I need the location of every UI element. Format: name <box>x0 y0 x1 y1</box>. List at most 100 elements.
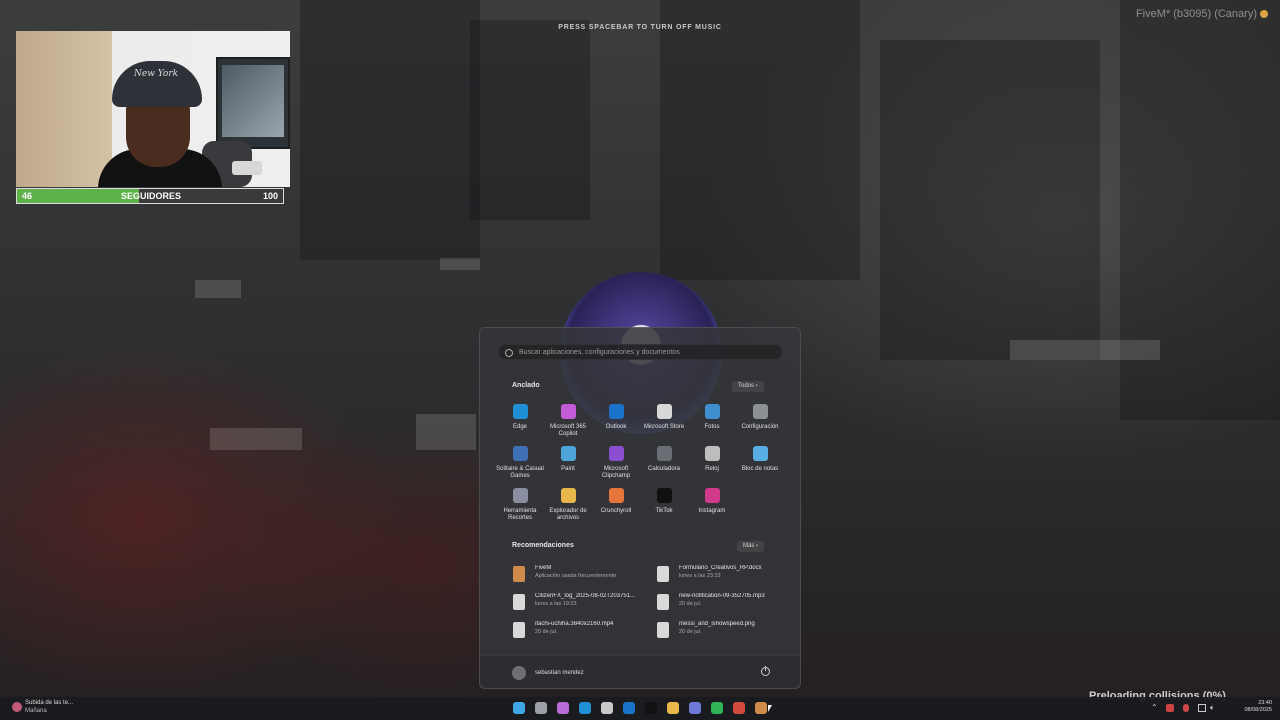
pinned-app[interactable]: Microsoft Clipchamp <box>592 446 640 480</box>
streamer-cap <box>112 61 202 107</box>
pinned-app[interactable]: Microsoft Store <box>640 404 688 431</box>
store-icon[interactable] <box>601 702 613 714</box>
file-icon <box>513 622 525 638</box>
pinned-app[interactable]: Bloc de notas <box>736 446 784 473</box>
recommendations-title: Recomendaciones <box>512 542 574 549</box>
recommendation-name: itachi-uchiha.3840x2160.mp4 <box>535 621 614 627</box>
pinned-app-label: Bloc de notas <box>741 466 779 472</box>
weather-line1: Subida de las te... <box>25 700 74 706</box>
weather-line2: Mañana <box>25 708 47 714</box>
solitaire-icon <box>512 446 528 461</box>
user-name[interactable]: sebastian mendez <box>535 670 584 676</box>
pinned-app-label: Crunchyroll <box>600 508 632 514</box>
pinned-app[interactable]: Edge <box>496 404 544 431</box>
webcam-door <box>16 31 112 187</box>
start-menu: Buscar aplicaciones, configuraciones y d… <box>479 327 801 689</box>
pinned-app[interactable]: Crunchyroll <box>592 488 640 515</box>
chevron-up-icon[interactable]: ⌃ <box>1151 703 1158 712</box>
pinned-app[interactable]: Explorador de archivos <box>544 488 592 522</box>
edge-icon <box>512 404 528 419</box>
clock-date: 08/08/2025 <box>1244 707 1272 713</box>
pinned-title: Anclado <box>512 382 540 389</box>
recommendation-name: CitizenFX_log_2025-08-02T203751... <box>535 593 636 599</box>
copilot-icon <box>560 404 576 419</box>
taskbar: Subida de las te... Mañana ⌃ 🔈︎ 23:40 08… <box>0 697 1280 720</box>
crunchyroll-icon <box>608 488 624 503</box>
music-hint: PRESS SPACEBAR TO TURN OFF MUSIC <box>558 24 722 31</box>
mouse-cursor <box>768 705 772 712</box>
recommendation-item[interactable]: FiveM Aplicación usada frecuentemente <box>513 564 651 586</box>
paint-icon <box>560 446 576 461</box>
pinned-app[interactable]: Calculadora <box>640 446 688 473</box>
pinned-app[interactable]: Outlook <box>592 404 640 431</box>
pinned-app-label: Outlook <box>605 424 627 430</box>
pinned-app-label: Microsoft 365 Copilot <box>549 424 586 437</box>
outlook-icon[interactable] <box>623 702 635 714</box>
fivem-build-label: FiveM* (b3095) (Canary) <box>1136 8 1268 20</box>
pinned-app[interactable]: TikTok <box>640 488 688 515</box>
recommendation-name: new-notification-09-352705.mp3 <box>679 593 765 599</box>
start-icon[interactable] <box>513 702 525 714</box>
pinned-app[interactable]: Instagram <box>688 488 736 515</box>
pinned-app-label: Paint <box>561 466 575 472</box>
spotify-icon[interactable] <box>711 702 723 714</box>
recommendation-item[interactable]: CitizenFX_log_2025-08-02T203751...lunes … <box>513 592 651 614</box>
pinned-app-label: Solitaire & Casual Games <box>496 466 544 479</box>
recommendation-item[interactable]: messi_and_ishowspeed.png 20 de jul. <box>657 620 795 642</box>
pinned-app-label: Microsoft Store <box>643 424 685 430</box>
taskbar-clock[interactable]: 23:40 08/08/2025 <box>1244 700 1272 714</box>
recommendation-item[interactable]: Formulario_Creativos_RP.docx lunes a las … <box>657 564 795 586</box>
instagram-icon <box>704 488 720 503</box>
all-apps-button[interactable]: Todos › <box>732 381 764 392</box>
discord-icon[interactable] <box>689 702 701 714</box>
recommendation-item[interactable]: new-notification-09-352705.mp3 20 de jul. <box>657 592 795 614</box>
user-avatar[interactable] <box>512 666 526 680</box>
start-footer: sebastian mendez <box>480 655 800 688</box>
search-icon <box>505 349 513 357</box>
clipchamp-icon <box>608 446 624 461</box>
start-search-box[interactable]: Buscar aplicaciones, configuraciones y d… <box>498 344 783 360</box>
recommendation-name: messi_and_ishowspeed.png <box>679 621 755 627</box>
antivirus-icon[interactable] <box>1166 704 1174 712</box>
snipping-icon <box>512 488 528 503</box>
pinned-app[interactable]: Paint <box>544 446 592 473</box>
search-placeholder: Buscar aplicaciones, configuraciones y d… <box>519 349 680 356</box>
follower-goal: 100 <box>262 191 278 201</box>
fivem-icon[interactable] <box>755 702 767 714</box>
tiktok-icon[interactable] <box>645 702 657 714</box>
clock-icon <box>704 446 720 461</box>
recommendation-item[interactable]: itachi-uchiha.3840x2160.mp4 20 de jul. <box>513 620 651 642</box>
pinned-app[interactable]: Microsoft 365 Copilot <box>544 404 592 438</box>
pinned-app-label: Instagram <box>698 508 726 514</box>
display-icon[interactable] <box>1198 704 1206 712</box>
copilot-icon[interactable] <box>557 702 569 714</box>
pinned-app[interactable]: Reloj <box>688 446 736 473</box>
pinned-app[interactable]: Solitaire & Casual Games <box>496 446 544 480</box>
folder-icon[interactable] <box>667 702 679 714</box>
pinned-app-label: Herramienta Recortes <box>503 508 537 521</box>
more-button[interactable]: Más › <box>737 541 764 552</box>
pinned-app-label: Reloj <box>705 466 719 472</box>
volume-icon[interactable]: 🔈︎ <box>1210 703 1215 713</box>
fivem-build-text: FiveM* (b3095) (Canary) <box>1135 8 1257 20</box>
task-view-icon[interactable] <box>535 702 547 714</box>
power-icon[interactable] <box>761 666 770 676</box>
pinned-app[interactable]: Fotos <box>688 404 736 431</box>
file-icon <box>657 622 669 638</box>
file-icon <box>657 566 669 582</box>
pinned-app-label: Explorador de archivos <box>549 508 587 521</box>
store-icon <box>656 404 672 419</box>
pinned-app-label: Calculadora <box>647 466 681 472</box>
pinned-app[interactable]: Herramienta Recortes <box>496 488 544 522</box>
fivem-logo-icon <box>1260 10 1268 18</box>
microphone-icon[interactable] <box>1183 704 1189 712</box>
chrome-icon[interactable] <box>733 702 745 714</box>
pinned-app[interactable]: Configuración <box>736 404 784 431</box>
recommendation-subtitle: 20 de jul. <box>535 629 558 635</box>
cap-logo: New York <box>134 69 179 79</box>
folder-icon <box>560 488 576 503</box>
edge-icon[interactable] <box>579 702 591 714</box>
settings-icon <box>752 404 768 419</box>
webcam-device <box>232 161 262 175</box>
recommendation-subtitle: lunes a las 19:23 <box>535 601 577 607</box>
